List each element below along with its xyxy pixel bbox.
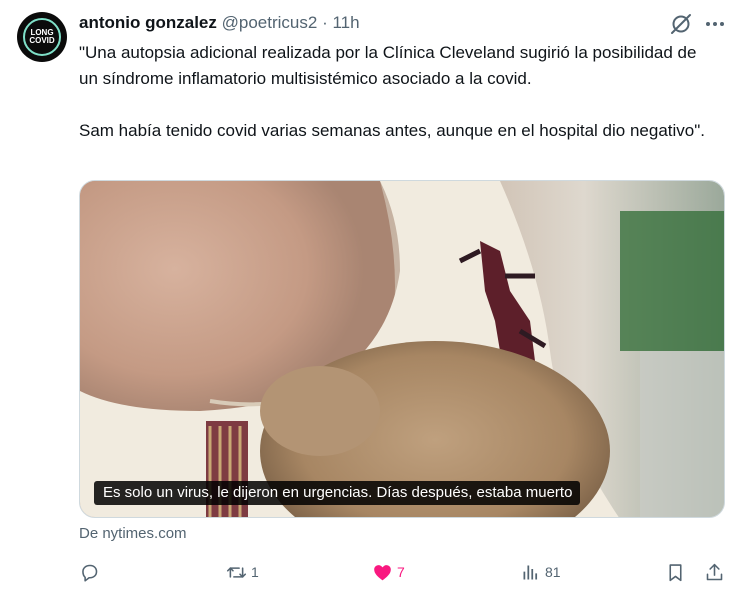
reply-button[interactable] bbox=[79, 561, 104, 583]
grok-icon[interactable] bbox=[669, 12, 693, 36]
user-handle[interactable]: @poetricus2 bbox=[222, 13, 318, 32]
media-caption: Es solo un virus, le dijeron en urgencia… bbox=[94, 481, 581, 505]
retweet-button[interactable]: 1 bbox=[226, 561, 259, 583]
views-button[interactable]: 81 bbox=[520, 561, 561, 583]
timestamp[interactable]: 11h bbox=[332, 13, 359, 32]
retweet-icon bbox=[226, 566, 247, 578]
like-button[interactable]: 7 bbox=[372, 561, 405, 583]
share-icon bbox=[706, 563, 723, 580]
avatar-text-line-2: COVID bbox=[29, 36, 55, 45]
bookmark-icon bbox=[669, 563, 682, 581]
avatar[interactable]: LONG COVID bbox=[17, 12, 67, 62]
tweet-text: "Una autopsia adicional realizada por la… bbox=[79, 43, 705, 140]
reply-icon bbox=[82, 564, 98, 582]
heart-icon bbox=[374, 564, 391, 580]
link-source[interactable]: De nytimes.com bbox=[79, 525, 187, 542]
bookmark-button[interactable] bbox=[665, 561, 686, 583]
more-icon[interactable] bbox=[703, 12, 727, 36]
display-name[interactable]: antonio gonzalez bbox=[79, 13, 217, 32]
avatar-badge: LONG COVID bbox=[23, 18, 61, 56]
retweet-count: 1 bbox=[251, 564, 259, 580]
tweet-header: antonio gonzalez @poetricus2 · 11h bbox=[79, 12, 360, 34]
media-image[interactable]: Es solo un virus, le dijeron en urgencia… bbox=[79, 180, 725, 518]
separator-dot: · bbox=[322, 13, 328, 32]
like-count: 7 bbox=[397, 564, 405, 580]
media-photo bbox=[80, 181, 724, 517]
share-button[interactable] bbox=[704, 561, 725, 583]
views-count: 81 bbox=[545, 564, 561, 580]
views-icon bbox=[523, 565, 538, 579]
